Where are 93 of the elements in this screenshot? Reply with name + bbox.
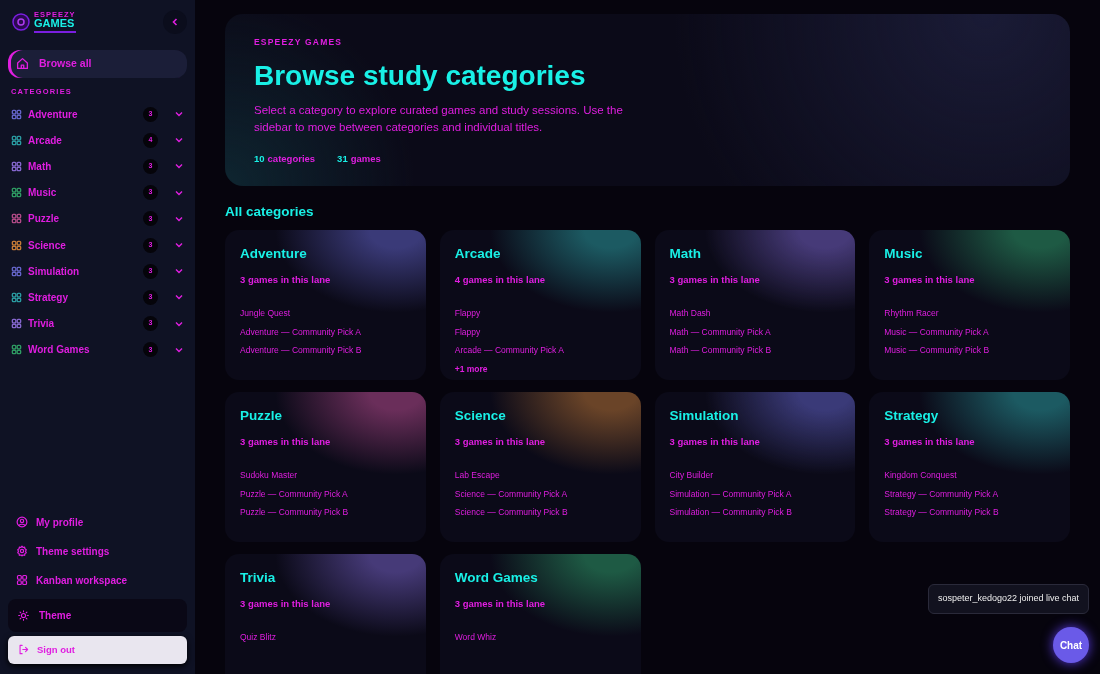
game-link[interactable]: Math Dash (669, 307, 841, 320)
game-link[interactable]: Math — Community Pick B (669, 344, 841, 358)
game-link[interactable]: Sudoku Master (240, 469, 411, 482)
card-subtitle: 3 games in this lane (884, 272, 976, 287)
sign-out-icon (18, 644, 29, 656)
stat-label: categories (267, 152, 316, 167)
game-link[interactable]: Math — Community Pick A (669, 325, 841, 339)
sidebar-link[interactable]: My profile (8, 507, 187, 537)
game-link[interactable]: Lab Escape (454, 469, 626, 482)
chevron-icon[interactable] (174, 267, 184, 276)
game-link[interactable]: Music — Community Pick A (884, 325, 1055, 339)
game-link[interactable]: Adventure — Community Pick A (240, 325, 411, 339)
game-link[interactable]: Word Whiz (454, 631, 626, 644)
game-link[interactable]: City Builder (669, 469, 841, 482)
chevron-icon[interactable] (174, 136, 184, 145)
category-card[interactable]: Science 3 games in this lane Lab Escape Science — Community Pick A Science — Community Pick B (439, 392, 641, 543)
chevron-icon[interactable] (174, 345, 184, 354)
chevron-icon[interactable] (174, 241, 184, 250)
sidebar-link[interactable]: Kanban workspace (8, 565, 187, 595)
collapse-button[interactable] (163, 10, 187, 34)
profile-icon (16, 516, 28, 529)
card-title: Puzzle (240, 407, 283, 426)
chevron-icon[interactable] (174, 110, 184, 119)
sidebar-link[interactable]: Theme settings (8, 536, 187, 566)
card-title: Strategy (884, 407, 940, 426)
category-card[interactable]: Arcade 4 games in this lane Flappy Flappy Arcade — Community Pick A +1 more (439, 230, 641, 381)
game-link[interactable]: Kingdom Conquest (884, 469, 1055, 482)
chevron-icon[interactable] (174, 188, 184, 197)
game-link[interactable]: Strategy — Community Pick A (884, 487, 1055, 501)
category-card[interactable]: Simulation 3 games in this lane City Builder Simulation — Community Pick A Simulation — Community Pick B (654, 392, 856, 543)
logo-icon (12, 13, 30, 31)
game-link[interactable]: Quiz Blitz (240, 631, 411, 644)
game-link[interactable]: Rhythm Racer (884, 307, 1055, 320)
card-title: Science (454, 407, 507, 426)
chevron-left-icon (171, 17, 179, 27)
card-title: Adventure (240, 245, 308, 264)
card-subtitle: 3 games in this lane (454, 596, 547, 611)
card-title: Arcade (454, 245, 502, 264)
chevron-icon[interactable] (174, 293, 184, 302)
chevron-icon[interactable] (174, 319, 184, 328)
game-link[interactable]: Flappy (454, 325, 626, 339)
game-link[interactable]: Strategy — Community Pick B (884, 506, 1055, 520)
category-card[interactable]: Adventure 3 games in this lane Jungle Quest Adventure — Community Pick A Adventure — Community Pick B (225, 230, 426, 381)
hero-description: Select a category to explore curated games and study sessions. Use the sidebar to move between categories and individual titles. (254, 102, 624, 135)
game-link[interactable]: Simulation — Community Pick B (669, 506, 841, 520)
card-subtitle: 3 games in this lane (884, 434, 976, 449)
card-title: Music (884, 245, 924, 264)
stat-value: 10 (254, 152, 265, 167)
category-card[interactable]: Music 3 games in this lane Rhythm Racer Music — Community Pick A Music — Community Pick B (869, 230, 1070, 381)
category-card[interactable]: Trivia 3 games in this lane Quiz Blitz (225, 554, 426, 674)
game-link[interactable]: Science — Community Pick B (454, 506, 626, 520)
card-subtitle: 3 games in this lane (240, 596, 332, 611)
hero-eyebrow: ESPEEZY GAMES (254, 36, 344, 49)
hero-title: Browse study categories (254, 60, 587, 92)
game-link[interactable]: Science — Community Pick A (454, 487, 626, 501)
card-subtitle: 3 games in this lane (240, 272, 332, 287)
game-link[interactable]: Simulation — Community Pick A (669, 487, 841, 501)
browse-all-item[interactable]: Browse all (8, 50, 187, 78)
card-subtitle: 3 games in this lane (454, 434, 547, 449)
card-title: Simulation (669, 407, 740, 426)
sign-out-button[interactable]: Sign out (8, 635, 187, 664)
game-link[interactable]: Adventure — Community Pick B (240, 344, 411, 358)
sun-icon (18, 609, 29, 621)
card-subtitle: 3 games in this lane (240, 434, 332, 449)
chat-toast: sospeter_kedogo22 joined live chat (927, 584, 1089, 614)
card-title: Trivia (240, 569, 277, 588)
home-icon (16, 57, 29, 71)
category-card[interactable]: Math 3 games in this lane Math Dash Math — Community Pick A Math — Community Pick B (654, 230, 856, 381)
category-card[interactable]: Word Games 3 games in this lane Word Whiz (439, 554, 641, 674)
game-link[interactable]: Puzzle — Community Pick B (240, 506, 411, 520)
more-link[interactable]: +1 more (454, 363, 626, 376)
chevron-icon[interactable] (174, 162, 184, 171)
game-link[interactable]: Music — Community Pick B (884, 344, 1055, 358)
game-link[interactable]: Flappy (454, 307, 626, 320)
section-title: All categories (225, 204, 315, 221)
game-link[interactable]: Puzzle — Community Pick A (240, 487, 411, 501)
stat-label: games (350, 152, 381, 167)
brand-name: GAMES (34, 18, 76, 34)
card-subtitle: 4 games in this lane (454, 272, 547, 287)
game-link[interactable]: Arcade — Community Pick A (454, 344, 626, 358)
card-subtitle: 3 games in this lane (669, 434, 761, 449)
chat-button[interactable]: Chat (1053, 627, 1089, 663)
card-title: Word Games (454, 569, 539, 588)
card-title: Math (669, 245, 702, 264)
category-card[interactable]: Strategy 3 games in this lane Kingdom Conquest Strategy — Community Pick A Strategy — Community Pick B (869, 392, 1070, 543)
grid-icon (16, 574, 28, 587)
chevron-icon[interactable] (174, 214, 184, 223)
settings-icon (16, 545, 28, 558)
theme-button[interactable]: Theme (8, 598, 187, 632)
category-card[interactable]: Puzzle 3 games in this lane Sudoku Master Puzzle — Community Pick A Puzzle — Community Pick B (225, 392, 426, 543)
game-link[interactable]: Jungle Quest (240, 307, 411, 320)
stat-value: 31 (337, 152, 348, 167)
card-subtitle: 3 games in this lane (669, 272, 761, 287)
